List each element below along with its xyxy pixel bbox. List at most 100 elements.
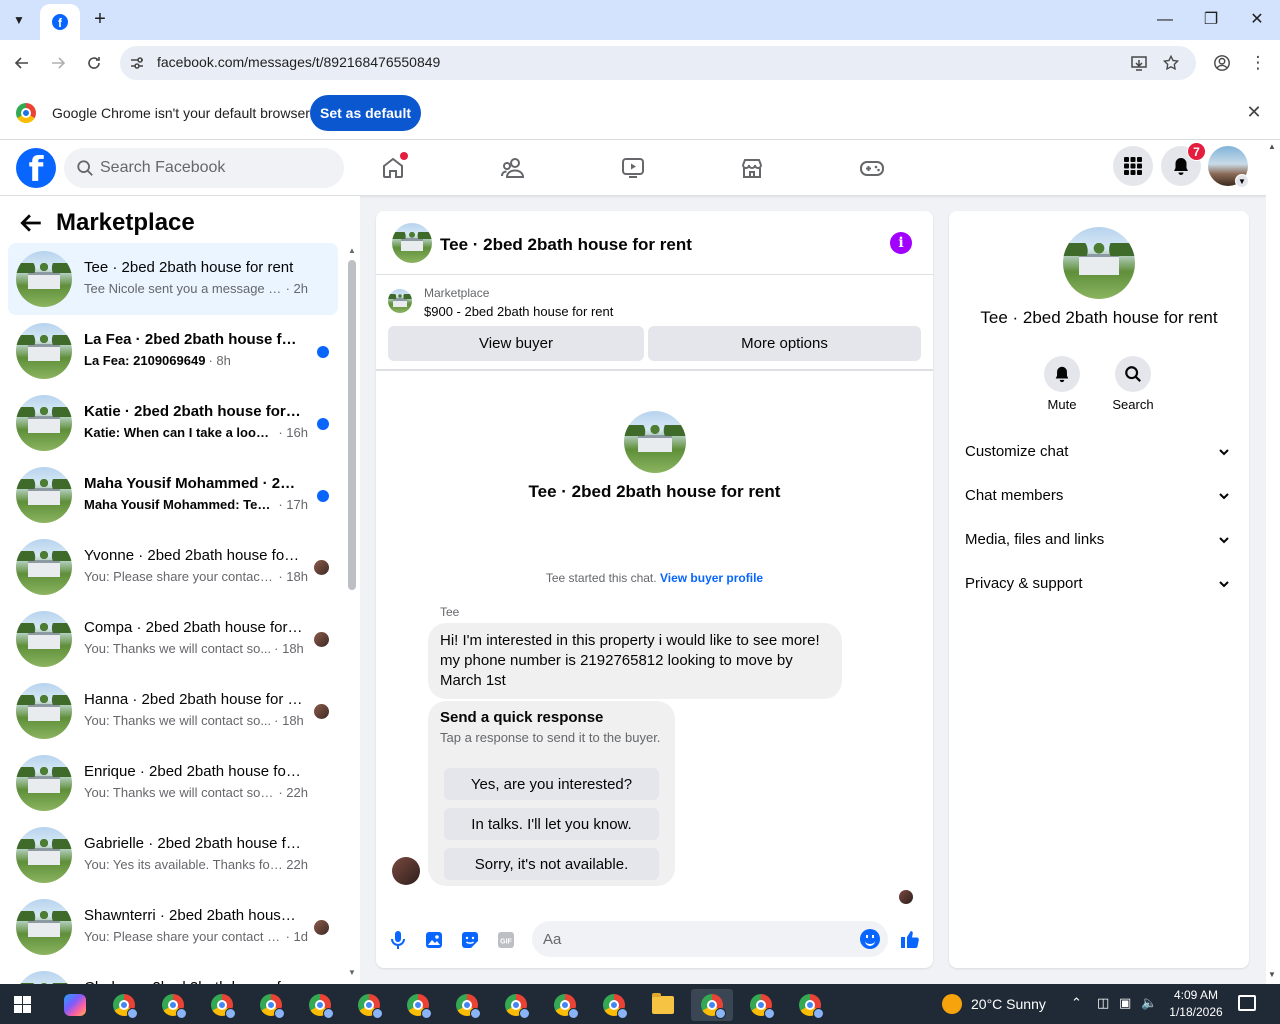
scroll-down-icon[interactable]: ▼ (1268, 970, 1276, 979)
install-app-icon[interactable] (1128, 52, 1150, 74)
taskbar-chrome-icon[interactable] (593, 989, 635, 1021)
taskbar-chrome-icon[interactable] (348, 989, 390, 1021)
close-infobar-icon[interactable]: ✕ (1244, 102, 1264, 122)
view-buyer-button[interactable]: View buyer (388, 326, 644, 361)
weather-text[interactable]: 20°C Sunny (971, 996, 1046, 1012)
quick-response-interested-button[interactable]: Yes, are you interested? (444, 768, 659, 800)
marketplace-icon[interactable] (736, 152, 768, 184)
video-icon[interactable] (617, 152, 649, 184)
copilot-icon[interactable] (54, 989, 96, 1021)
chat-members-row[interactable]: Chat members (965, 475, 1233, 519)
more-options-button[interactable]: More options (648, 326, 921, 361)
tab-search-chevron-icon[interactable]: ▼ (6, 7, 32, 33)
volume-icon[interactable]: 🔈 (1141, 995, 1157, 1011)
site-info-icon[interactable] (126, 52, 148, 74)
listing-title[interactable]: $900 - 2bed 2bath house for rent (424, 304, 613, 319)
minimize-icon[interactable]: — (1145, 6, 1185, 34)
bookmark-star-icon[interactable] (1160, 52, 1182, 74)
taskbar-chrome-icon[interactable] (250, 989, 292, 1021)
sidebar-scrollbar[interactable]: ▲ ▼ (346, 246, 358, 981)
quick-response-in-talks-button[interactable]: In talks. I'll let you know. (444, 808, 659, 840)
tray-device-icon[interactable]: ◫ (1097, 995, 1109, 1011)
windows-start-icon[interactable] (14, 996, 31, 1013)
scroll-down-icon[interactable]: ▼ (348, 968, 356, 977)
taskbar-chrome-icon[interactable] (544, 989, 586, 1021)
back-arrow-icon[interactable] (18, 210, 44, 236)
emoji-icon[interactable] (860, 929, 880, 949)
conversation-item[interactable]: Maha Yousif Mohammed · 2bed 2bath house … (8, 459, 338, 531)
gaming-icon[interactable] (856, 152, 888, 184)
taskbar-chrome-icon[interactable] (152, 989, 194, 1021)
taskbar-chrome-icon[interactable] (299, 989, 341, 1021)
tray-chevron-up-icon[interactable]: ⌃ (1071, 995, 1082, 1011)
view-buyer-profile-link[interactable]: View buyer profile (660, 571, 763, 585)
mute-action[interactable]: Mute (1032, 356, 1092, 412)
conversation-item[interactable]: Yvonne · 2bed 2bath house for rent You: P… (8, 531, 338, 603)
menu-grid-icon[interactable] (1113, 146, 1153, 186)
set-default-button[interactable]: Set as default (310, 95, 421, 131)
quick-response-not-available-button[interactable]: Sorry, it's not available. (444, 848, 659, 880)
friends-icon[interactable] (497, 152, 529, 184)
conversation-item[interactable]: Shawnterri · 2bed 2bath house for rent Yo… (8, 891, 338, 963)
menu-kebab-icon[interactable]: ⋮ (1244, 49, 1272, 77)
details-avatar[interactable] (1063, 227, 1135, 299)
home-icon[interactable] (377, 152, 409, 184)
microphone-icon[interactable] (387, 929, 409, 951)
conversation-item[interactable]: Chelsea · 2bed 2bath house for rent (8, 963, 338, 984)
tab-facebook[interactable]: f (40, 4, 80, 40)
notification-center-icon[interactable] (1238, 995, 1256, 1011)
scroll-up-icon[interactable]: ▲ (348, 246, 356, 255)
mute-bell-icon[interactable] (1044, 356, 1080, 392)
conversation-item[interactable]: Enrique · 2bed 2bath house for rent You: … (8, 747, 338, 819)
scrollbar-thumb[interactable] (348, 260, 356, 590)
network-icon[interactable]: ▣ (1119, 995, 1131, 1011)
search-input[interactable] (100, 148, 330, 188)
facebook-logo-icon[interactable]: f (16, 148, 56, 188)
close-window-icon[interactable]: ✕ (1237, 6, 1277, 34)
conversation-item[interactable]: Compa · 2bed 2bath house for rent You: Th… (8, 603, 338, 675)
new-tab-plus-icon[interactable]: + (88, 7, 112, 31)
conversation-item[interactable]: Hanna · 2bed 2bath house for rent You: Th… (8, 675, 338, 747)
chat-avatar[interactable] (392, 223, 432, 263)
page-scrollbar[interactable]: ▲ ▼ (1266, 140, 1280, 984)
back-icon[interactable] (8, 49, 36, 77)
taskbar-chrome-icon[interactable] (103, 989, 145, 1021)
weather-sun-icon[interactable] (942, 994, 962, 1014)
reload-icon[interactable] (80, 49, 108, 77)
gif-icon[interactable]: GIF (495, 929, 517, 951)
taskbar-chrome-active-icon[interactable] (691, 989, 733, 1021)
taskbar-chrome-icon[interactable] (740, 989, 782, 1021)
customize-chat-row[interactable]: Customize chat (965, 431, 1233, 475)
taskbar-chrome-icon[interactable] (446, 989, 488, 1021)
message-input-wrapper[interactable] (532, 921, 888, 957)
search-icon[interactable] (1115, 356, 1151, 392)
sender-avatar[interactable] (392, 857, 420, 885)
message-input[interactable] (543, 921, 843, 957)
system-clock[interactable]: 4:09 AM 1/18/2026 (1160, 987, 1232, 1021)
account-chevron-down-icon[interactable]: ▼ (1235, 174, 1249, 188)
listing-thumbnail[interactable] (388, 289, 412, 313)
scroll-up-icon[interactable]: ▲ (1268, 142, 1276, 151)
profile-icon[interactable] (1208, 49, 1236, 77)
sticker-icon[interactable] (459, 929, 481, 951)
search-action[interactable]: Search (1103, 356, 1163, 412)
url-text[interactable]: facebook.com/messages/t/892168476550849 (157, 54, 440, 70)
restore-icon[interactable]: ❐ (1191, 6, 1231, 34)
address-bar[interactable]: facebook.com/messages/t/892168476550849 (120, 46, 1196, 80)
conversation-item[interactable]: Katie · 2bed 2bath house for rent Katie: … (8, 387, 338, 459)
privacy-support-row[interactable]: Privacy & support (965, 563, 1233, 607)
like-thumbs-up-icon[interactable] (899, 928, 921, 950)
taskbar-chrome-icon[interactable] (397, 989, 439, 1021)
photo-icon[interactable] (423, 929, 445, 951)
taskbar-chrome-icon[interactable] (201, 989, 243, 1021)
chat-title[interactable]: Tee · 2bed 2bath house for rent (440, 235, 692, 255)
facebook-search[interactable] (64, 148, 344, 188)
taskbar-chrome-icon[interactable] (495, 989, 537, 1021)
taskbar-chrome-icon[interactable] (789, 989, 831, 1021)
info-icon[interactable]: i (890, 232, 912, 254)
conversation-item[interactable]: Tee · 2bed 2bath house for rent Tee Nicol… (8, 243, 338, 315)
conversation-item[interactable]: Gabrielle · 2bed 2bath house for rent You… (8, 819, 338, 891)
media-files-links-row[interactable]: Media, files and links (965, 519, 1233, 563)
forward-icon[interactable] (44, 49, 72, 77)
conversation-item[interactable]: La Fea · 2bed 2bath house for rent La Fea… (8, 315, 338, 387)
